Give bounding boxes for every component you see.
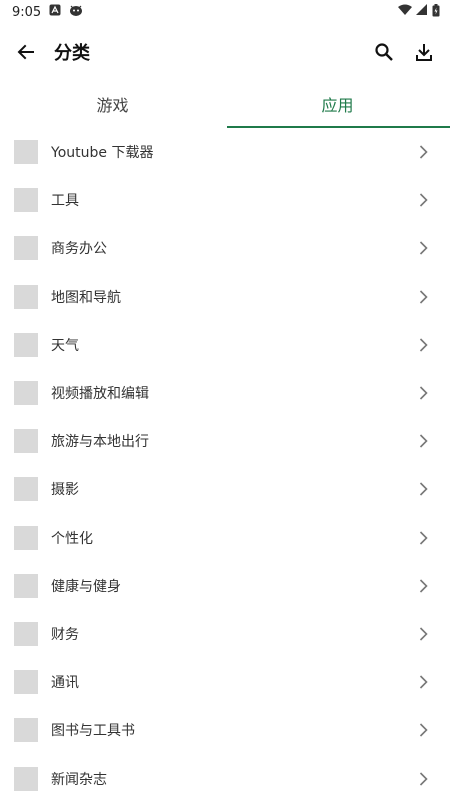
category-label: 地图和导航	[51, 289, 121, 306]
category-label: 健康与健身	[51, 578, 121, 595]
category-thumbnail	[14, 477, 38, 502]
category-row[interactable]: 天气	[0, 321, 450, 369]
status-left: 9:05	[12, 4, 83, 20]
download-button[interactable]	[404, 28, 444, 76]
category-thumbnail	[14, 236, 38, 261]
category-thumbnail	[14, 621, 38, 646]
chevron-right-icon	[416, 531, 430, 545]
category-label: 图书与工具书	[51, 723, 135, 740]
category-list: Youtube 下载器 工具 商务办公 地图和导航 天气 视频播放和编辑 旅游与…	[0, 128, 450, 803]
category-label: 新闻杂志	[51, 771, 107, 788]
category-row[interactable]: 商务办公	[0, 224, 450, 272]
category-row[interactable]: 工具	[0, 176, 450, 224]
download-icon	[416, 44, 432, 61]
chevron-right-icon	[416, 386, 430, 400]
category-row[interactable]: 健康与健身	[0, 562, 450, 610]
search-icon	[375, 43, 393, 61]
android-bug-icon	[69, 4, 83, 20]
chevron-right-icon	[416, 579, 430, 593]
battery-icon	[432, 3, 440, 21]
status-bar: 9:05	[0, 0, 450, 24]
category-thumbnail	[14, 332, 38, 357]
chevron-right-icon	[416, 338, 430, 352]
category-label: 旅游与本地出行	[51, 434, 149, 451]
category-thumbnail	[14, 140, 38, 165]
chevron-right-icon	[416, 145, 430, 159]
category-label: 个性化	[51, 530, 93, 547]
category-label: 财务	[51, 626, 79, 643]
chevron-right-icon	[416, 771, 430, 786]
chevron-right-icon	[416, 627, 430, 641]
page-title: 分类	[54, 43, 90, 64]
category-row[interactable]: 视频播放和编辑	[0, 369, 450, 417]
category-row[interactable]: 个性化	[0, 514, 450, 562]
category-label: 天气	[51, 337, 79, 354]
category-thumbnail	[14, 670, 38, 695]
category-row[interactable]: 旅游与本地出行	[0, 417, 450, 465]
category-thumbnail	[14, 188, 38, 213]
category-row[interactable]: 通讯	[0, 658, 450, 706]
status-time: 9:05	[12, 4, 42, 20]
cell-signal-icon	[416, 4, 428, 20]
category-thumbnail	[14, 284, 38, 309]
category-thumbnail	[14, 718, 38, 743]
status-right	[398, 3, 440, 21]
category-row[interactable]: 新闻杂志	[0, 754, 450, 802]
wifi-icon	[398, 4, 412, 20]
category-row[interactable]: 图书与工具书	[0, 706, 450, 754]
category-thumbnail	[14, 573, 38, 598]
chevron-right-icon	[416, 723, 430, 737]
category-thumbnail	[14, 381, 38, 406]
category-row[interactable]: 财务	[0, 610, 450, 658]
tab-games[interactable]: 游戏	[0, 80, 225, 128]
category-thumbnail	[14, 525, 38, 550]
back-button[interactable]	[2, 28, 50, 76]
chevron-right-icon	[416, 241, 430, 256]
chevron-right-icon	[416, 290, 430, 304]
category-label: 视频播放和编辑	[51, 386, 149, 403]
chevron-right-icon	[416, 434, 430, 448]
notification-a-icon	[49, 4, 61, 20]
category-thumbnail	[14, 429, 38, 454]
chevron-right-icon	[416, 193, 430, 207]
app-bar: 分类	[0, 24, 450, 80]
category-row[interactable]: 摄影	[0, 465, 450, 513]
tab-apps[interactable]: 应用	[225, 80, 450, 128]
category-label: Youtube 下载器	[51, 145, 154, 162]
category-label: 摄影	[51, 482, 79, 499]
category-tabs: 游戏 应用	[0, 80, 450, 128]
category-thumbnail	[14, 766, 38, 791]
category-label: 商务办公	[51, 241, 107, 258]
chevron-right-icon	[416, 482, 430, 496]
category-row[interactable]: Youtube 下载器	[0, 128, 450, 176]
chevron-right-icon	[416, 675, 430, 689]
category-row[interactable]: 地图和导航	[0, 273, 450, 321]
search-button[interactable]	[364, 28, 404, 76]
category-label: 工具	[51, 193, 79, 210]
category-label: 通讯	[51, 675, 79, 692]
arrow-left-icon	[17, 44, 34, 60]
